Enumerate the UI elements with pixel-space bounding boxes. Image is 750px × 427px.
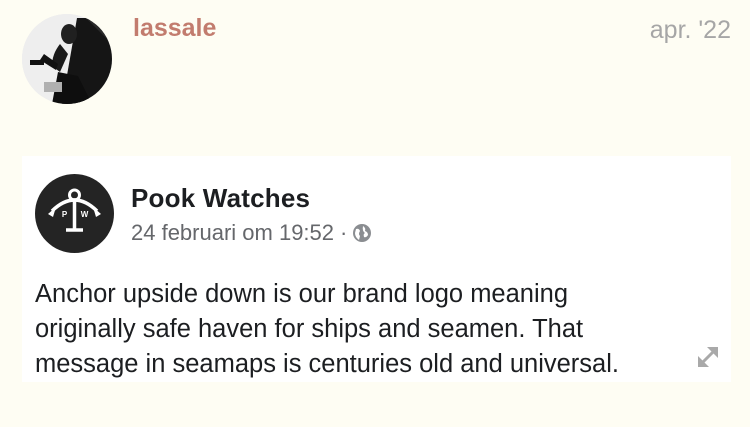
logo-letter-w: W [81, 210, 89, 219]
post-timestamp[interactable]: 24 februari om 19:52 [131, 220, 334, 246]
logo-letter-p: P [62, 210, 68, 219]
user-avatar[interactable] [22, 14, 112, 104]
post-meta: 24 februari om 19:52 · [131, 220, 372, 246]
username-link[interactable]: lassale [133, 14, 216, 43]
post-text-line: Anchor upside down is our brand logo mea… [35, 280, 569, 308]
expand-icon[interactable] [694, 343, 722, 371]
post-body-text: Anchor upside down is our brand logo mea… [35, 277, 715, 382]
anchor-logo-icon[interactable]: P W [35, 174, 114, 253]
page-name-link[interactable]: Pook Watches [131, 183, 310, 214]
meta-separator: · [340, 220, 348, 245]
post-text-line: originally safe haven for ships and seam… [35, 315, 584, 343]
post-date[interactable]: apr. '22 [650, 16, 731, 45]
globe-icon [352, 223, 372, 243]
avatar-photo-icon [22, 14, 112, 104]
post-text-line: message in seamaps is centuries old and … [35, 350, 619, 378]
facebook-embed-card: P W Pook Watches 24 februari om 19:52 · … [22, 156, 731, 382]
